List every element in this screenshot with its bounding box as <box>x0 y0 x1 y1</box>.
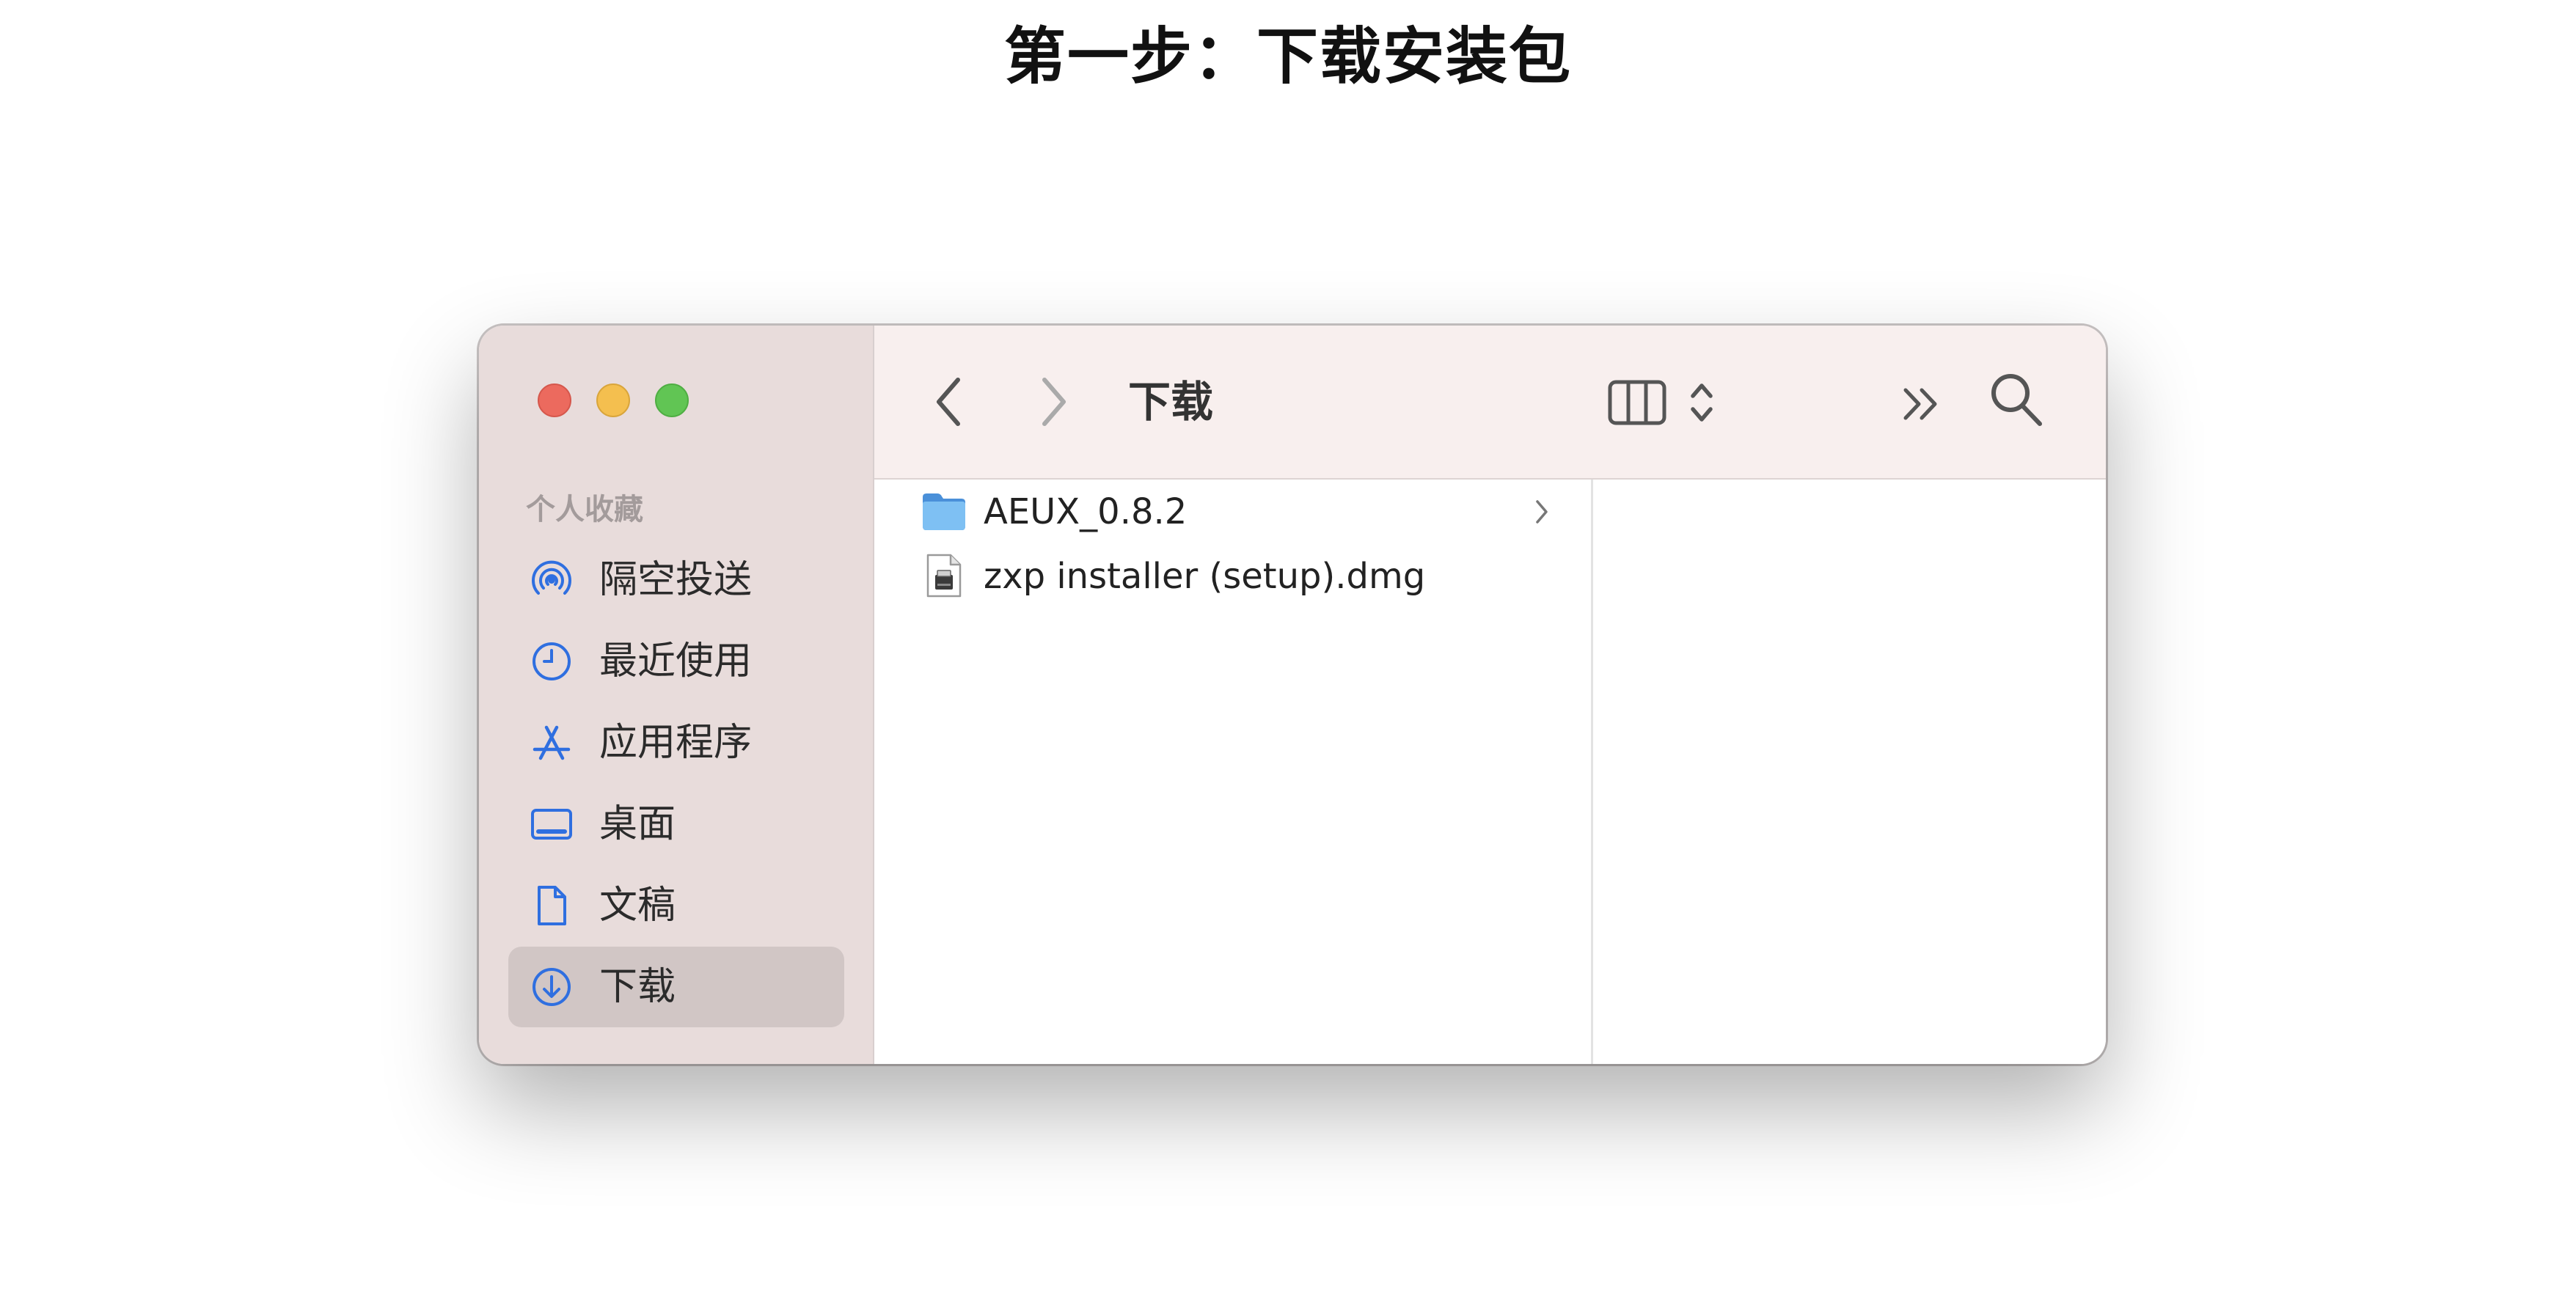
toolbar: 下载 <box>874 326 2106 480</box>
search-button[interactable] <box>1988 371 2044 433</box>
more-button[interactable] <box>1901 386 1945 425</box>
sidebar-item-label: 隔空投送 <box>599 558 753 602</box>
clock-icon <box>530 640 573 683</box>
zoom-button[interactable] <box>655 383 689 417</box>
file-name: zxp installer (setup).dmg <box>984 556 1426 597</box>
sidebar-item-applications[interactable]: 应用程序 <box>508 702 844 783</box>
file-name: AEUX_0.8.2 <box>984 491 1188 532</box>
column-divider <box>1591 480 1593 1064</box>
sidebar-item-downloads[interactable]: 下载 <box>508 947 844 1027</box>
sidebar-item-label: 应用程序 <box>599 721 753 765</box>
chevron-right-icon <box>1042 378 1066 426</box>
dmg-file-icon <box>926 553 962 601</box>
download-icon <box>530 966 573 1008</box>
close-button[interactable] <box>538 383 571 417</box>
column-view-icon <box>1608 380 1666 425</box>
airdrop-icon <box>530 559 573 601</box>
back-button[interactable] <box>933 374 962 433</box>
chevron-left-icon <box>937 378 960 426</box>
sidebar: 个人收藏 隔空投送 最近使用 应用程序 桌面 文稿 下载 <box>479 326 874 1064</box>
finder-window: 个人收藏 隔空投送 最近使用 应用程序 桌面 文稿 下载 下载 AEUX_0.8… <box>479 326 2106 1064</box>
file-row-dmg[interactable]: zxp installer (setup).dmg <box>874 544 1589 609</box>
toolbar-title: 下载 <box>1128 377 1214 427</box>
sidebar-item-documents[interactable]: 文稿 <box>508 865 844 946</box>
file-browser: AEUX_0.8.2 zxp installer (setup).dmg <box>874 480 2106 1064</box>
sidebar-item-desktop[interactable]: 桌面 <box>508 784 844 865</box>
app-store-icon <box>530 722 573 764</box>
sidebar-item-recents[interactable]: 最近使用 <box>508 621 844 702</box>
magnifier-icon <box>1991 374 2042 426</box>
view-mode-button[interactable] <box>1608 380 1666 428</box>
sidebar-section-header: 个人收藏 <box>526 493 643 526</box>
chevron-right-icon <box>1534 499 1549 528</box>
sidebar-item-airdrop[interactable]: 隔空投送 <box>508 540 844 620</box>
double-chevron-icon <box>1903 388 1937 420</box>
document-icon <box>530 884 573 927</box>
page-title: 第一步：下载安装包 <box>1003 21 1572 92</box>
desktop-icon <box>530 803 573 845</box>
folder-icon <box>921 491 967 535</box>
up-down-chevron-icon <box>1691 383 1713 422</box>
file-row-folder[interactable]: AEUX_0.8.2 <box>874 480 1589 544</box>
sidebar-item-label: 下载 <box>599 965 676 1009</box>
sort-button[interactable] <box>1688 378 1715 430</box>
minimize-button[interactable] <box>596 383 630 417</box>
sidebar-item-label: 文稿 <box>599 884 676 928</box>
sidebar-item-label: 桌面 <box>599 802 676 846</box>
forward-button[interactable] <box>1040 374 1069 433</box>
sidebar-item-label: 最近使用 <box>599 639 753 683</box>
